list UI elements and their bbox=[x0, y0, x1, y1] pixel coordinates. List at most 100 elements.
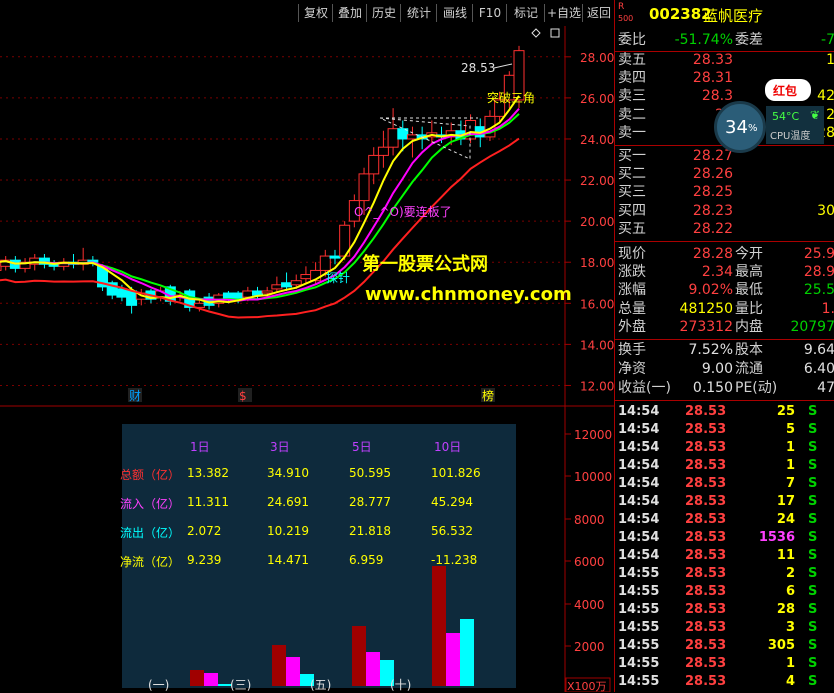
vol-axis-label: 8000 bbox=[574, 513, 605, 527]
quote-row: 买四 28.23 30 bbox=[615, 203, 834, 220]
quote-row: 收益(一) 0.150 PE(动) 47 bbox=[615, 380, 834, 397]
candle-body bbox=[281, 282, 293, 288]
square-icon[interactable] bbox=[550, 28, 560, 38]
quote-row: 卖五 28.33 1 bbox=[615, 52, 834, 69]
tick-side: S bbox=[808, 422, 818, 437]
stat-value: 9.64 bbox=[803, 342, 834, 358]
toolbar-button[interactable]: 返回 bbox=[582, 4, 615, 22]
tick-price: 28.53 bbox=[685, 602, 727, 617]
ask-price[interactable]: 28.33 bbox=[693, 52, 733, 69]
tick-time: 14:54 bbox=[618, 530, 660, 545]
emoticon-label: O^_^O)要连板了 bbox=[354, 204, 452, 219]
cpu-temp-box: 54°C ❦ CPU温度 bbox=[766, 106, 824, 144]
stat-value: 2.34 bbox=[701, 264, 733, 281]
price-axis-label: 22.00 bbox=[580, 174, 614, 188]
stat-value: 6.40 bbox=[803, 361, 834, 377]
tick-side: S bbox=[808, 476, 818, 491]
stat-value: 9.02% bbox=[688, 282, 733, 299]
ask-label: 卖二 bbox=[618, 106, 646, 123]
leaf-icon: ❦ bbox=[810, 108, 821, 122]
watermark-cn: 第一股票公式网 bbox=[362, 254, 488, 275]
tick-price: 28.53 bbox=[685, 674, 727, 689]
tick-time: 14:54 bbox=[618, 476, 660, 491]
watermark-url: www.chnmoney.com bbox=[365, 284, 572, 305]
bid-price[interactable]: 28.25 bbox=[693, 184, 733, 201]
toolbar-button[interactable]: 叠加 bbox=[332, 4, 367, 22]
stat-label: 外盘 bbox=[618, 318, 646, 335]
bid-price[interactable]: 28.26 bbox=[693, 166, 733, 183]
stat-value: 0.150 bbox=[692, 380, 733, 396]
bid-label: 买二 bbox=[618, 166, 646, 183]
toolbar-button[interactable]: F10 bbox=[472, 4, 507, 22]
candle-body bbox=[406, 134, 418, 140]
tick-price: 28.53 bbox=[685, 440, 727, 455]
tick-side: S bbox=[808, 458, 818, 473]
fund-cell: 14.471 bbox=[267, 553, 309, 567]
bid-volume: 30 bbox=[817, 202, 834, 219]
tick-price: 28.53 bbox=[685, 404, 727, 419]
bid-price[interactable]: 28.23 bbox=[693, 203, 733, 220]
tick-side: S bbox=[808, 548, 818, 563]
fund-group-label: (三) bbox=[230, 678, 252, 692]
stat-label: 收益(一) bbox=[618, 380, 671, 396]
tick-price: 28.53 bbox=[685, 422, 727, 437]
hongbao-label: 红包 bbox=[773, 84, 798, 98]
ask-price[interactable]: 28.31 bbox=[693, 70, 733, 87]
fund-cell: 11.311 bbox=[187, 495, 229, 509]
toolbar-button[interactable]: 统计 bbox=[400, 4, 437, 22]
total-bar bbox=[352, 626, 366, 686]
tick-time: 14:54 bbox=[618, 440, 660, 455]
weibi-label: 委比 bbox=[618, 32, 646, 48]
toolbar-button[interactable]: +自选 bbox=[544, 4, 583, 22]
tick-side: S bbox=[808, 512, 818, 527]
tick-volume: 1 bbox=[785, 656, 795, 671]
candle-body bbox=[319, 255, 331, 271]
stock-name[interactable]: 蓝帆医疗 bbox=[703, 5, 763, 26]
cpu-temp-label: CPU温度 bbox=[770, 131, 811, 142]
diamond-icon[interactable] bbox=[531, 28, 541, 38]
candle-body bbox=[232, 292, 244, 300]
toolbar-button[interactable]: 复权 bbox=[298, 4, 333, 22]
tick-side: S bbox=[808, 602, 818, 617]
cpu-unit: % bbox=[748, 123, 758, 134]
ask-label: 卖四 bbox=[618, 70, 646, 87]
candle-body bbox=[252, 290, 263, 296]
fund-row-label: 流出（亿） bbox=[120, 526, 181, 540]
tick-time: 14:55 bbox=[618, 656, 660, 671]
hongbao-button[interactable]: 红包 bbox=[765, 79, 811, 101]
divider bbox=[615, 339, 834, 340]
stat-value: 25.9 bbox=[803, 246, 834, 262]
fund-cell: 101.826 bbox=[431, 466, 481, 480]
event-marker-label: 财 bbox=[129, 389, 141, 403]
stat-label: 涨幅 bbox=[618, 282, 646, 299]
fund-header: 3日 bbox=[270, 440, 290, 454]
tick-row: 14:54 28.53 1 S bbox=[615, 439, 834, 457]
candle-body bbox=[126, 290, 138, 306]
fund-group-label: (五) bbox=[310, 678, 332, 692]
vol-axis-label: 10000 bbox=[574, 470, 612, 484]
tick-row: 14:55 28.53 1 S bbox=[615, 655, 834, 673]
candle-body bbox=[329, 255, 341, 259]
tick-side: S bbox=[808, 494, 818, 509]
inflow-bar bbox=[204, 672, 218, 686]
fund-group-label: (一) bbox=[148, 678, 170, 692]
stat-label: 换手 bbox=[618, 342, 646, 358]
fund-cell: 13.382 bbox=[187, 466, 229, 480]
cpu-meter[interactable]: 34 % bbox=[714, 101, 766, 153]
tick-row: 14:54 28.53 1536 S bbox=[615, 529, 834, 547]
toolbar-button[interactable]: 历史 bbox=[366, 4, 401, 22]
toolbar-button[interactable]: 标记 bbox=[506, 4, 545, 22]
stock-prefix: R bbox=[618, 2, 625, 12]
total-bar bbox=[272, 644, 286, 686]
event-marker-label: 榜 bbox=[482, 388, 494, 403]
bid-price[interactable]: 28.22 bbox=[693, 221, 733, 238]
tick-row: 14:55 28.53 6 S bbox=[615, 583, 834, 601]
bid-label: 买四 bbox=[618, 202, 646, 219]
toolbar-button[interactable]: 画线 bbox=[436, 4, 473, 22]
stat-label: 净资 bbox=[618, 361, 646, 377]
bid-price[interactable]: 28.27 bbox=[693, 148, 733, 165]
stat-value: 25.5 bbox=[803, 282, 834, 299]
tick-row: 14:55 28.53 3 S bbox=[615, 619, 834, 637]
outflow-bar bbox=[460, 619, 474, 686]
vol-axis-label: 6000 bbox=[574, 555, 605, 569]
